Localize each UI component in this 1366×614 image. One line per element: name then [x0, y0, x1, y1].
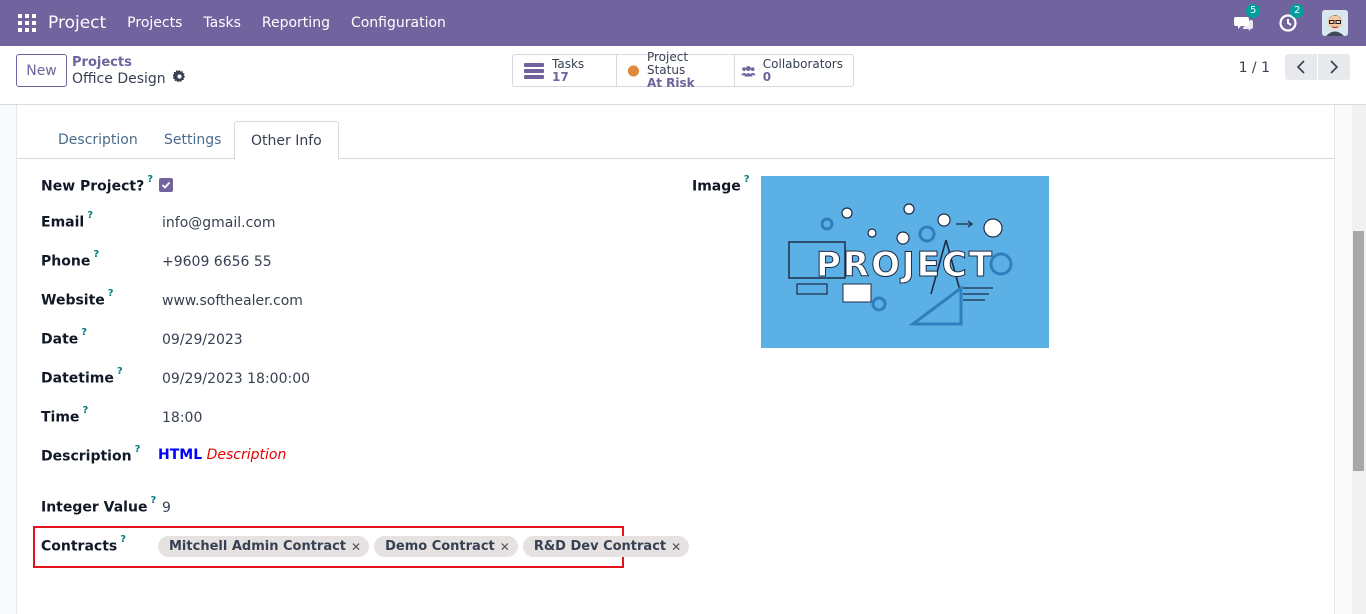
app-brand[interactable]: Project [48, 13, 106, 33]
new-button[interactable]: New [16, 54, 67, 87]
tasks-label: Tasks [552, 56, 585, 71]
menu-configuration[interactable]: Configuration [351, 15, 446, 31]
website-label: Website? [41, 288, 114, 309]
control-panel: New Projects Office Design Tasks 17 Proj… [0, 46, 1366, 105]
contract-tag: Demo Contract ✕ [374, 536, 518, 557]
remove-tag-icon[interactable]: ✕ [351, 540, 361, 554]
description-bold-text: HTML [158, 447, 203, 463]
page-scrollbar[interactable] [1352, 105, 1366, 614]
time-label: Time? [41, 405, 89, 426]
chevron-right-icon [1330, 60, 1339, 74]
image-label: Image? [692, 174, 750, 195]
pager-previous-button[interactable] [1285, 54, 1317, 80]
remove-tag-icon[interactable]: ✕ [671, 540, 681, 554]
menu-projects[interactable]: Projects [127, 15, 182, 31]
messages-badge: 5 [1246, 4, 1261, 18]
help-tooltip-icon[interactable]: ? [87, 210, 93, 221]
description-label: Description? [41, 444, 141, 465]
tasks-smart-button[interactable]: Tasks 17 [513, 55, 617, 86]
contract-tag: R&D Dev Contract ✕ [522, 536, 690, 557]
scrollbar-thumb[interactable] [1353, 231, 1364, 471]
contract-tag: Mitchell Admin Contract ✕ [158, 536, 370, 557]
remove-tag-icon[interactable]: ✕ [500, 540, 510, 554]
menu-tasks[interactable]: Tasks [203, 15, 241, 31]
help-tooltip-icon[interactable]: ? [81, 327, 87, 338]
chevron-left-icon [1296, 60, 1305, 74]
users-icon [741, 65, 756, 77]
help-tooltip-icon[interactable]: ? [744, 174, 750, 185]
project-illustration-icon: PROJECT [761, 176, 1049, 348]
pager-value[interactable]: 1 / 1 [1239, 60, 1270, 76]
date-label: Date? [41, 327, 88, 348]
integer-value-field[interactable]: 9 [162, 500, 171, 516]
project-status-value: At Risk [646, 76, 695, 90]
user-avatar[interactable] [1322, 10, 1348, 36]
phone-label: Phone? [41, 249, 100, 270]
gear-icon[interactable] [172, 70, 186, 87]
email-label: Email? [41, 210, 94, 231]
description-html-field[interactable]: HTML Description [158, 447, 286, 463]
activity-menu[interactable]: 2 [1278, 4, 1305, 33]
top-navbar: Project Projects Tasks Reporting Configu… [0, 0, 1366, 46]
breadcrumb-current: Office Design [72, 70, 186, 87]
contracts-tags-field[interactable]: Mitchell Admin Contract ✕ Demo Contract ✕ … [158, 536, 694, 557]
collaborators-label: Collaborators [762, 56, 843, 71]
smart-buttons: Tasks 17 Project Status At Risk Collabor… [512, 51, 854, 90]
help-tooltip-icon[interactable]: ? [93, 249, 99, 260]
help-tooltip-icon[interactable]: ? [135, 444, 141, 455]
form-sheet: Description Settings Other Info New Proj… [16, 105, 1335, 614]
tasks-icon [524, 62, 544, 79]
contracts-label: Contracts? [41, 534, 127, 555]
pager-next-button[interactable] [1318, 54, 1350, 80]
help-tooltip-icon[interactable]: ? [150, 495, 156, 506]
notebook-tabs: Description Settings Other Info [17, 121, 1334, 160]
email-field[interactable]: info@gmail.com [162, 215, 276, 231]
date-field[interactable]: 09/29/2023 [162, 332, 243, 348]
datetime-field[interactable]: 09/29/2023 18:00:00 [162, 371, 310, 387]
help-tooltip-icon[interactable]: ? [147, 174, 153, 185]
apps-grid-icon[interactable] [18, 14, 36, 32]
help-tooltip-icon[interactable]: ? [117, 366, 123, 377]
breadcrumb-projects[interactable]: Projects [72, 55, 132, 70]
tasks-count: 17 [552, 69, 569, 84]
tab-description[interactable]: Description [42, 121, 154, 159]
tab-other-info[interactable]: Other Info [234, 121, 339, 160]
check-icon [161, 181, 171, 189]
project-image[interactable]: PROJECT [761, 176, 1049, 348]
integer-value-label: Integer Value? [41, 495, 157, 516]
phone-field[interactable]: +9609 6656 55 [162, 254, 272, 270]
website-field[interactable]: www.softhealer.com [162, 293, 303, 309]
activities-badge: 2 [1290, 4, 1305, 18]
status-dot-icon [627, 64, 640, 77]
record-title: Office Design [72, 70, 166, 87]
help-tooltip-icon[interactable]: ? [82, 405, 88, 416]
help-tooltip-icon[interactable]: ? [108, 288, 114, 299]
collaborators-count: 0 [762, 69, 772, 84]
collaborators-smart-button[interactable]: Collaborators 0 [735, 55, 853, 86]
description-italic-text: Description [206, 447, 287, 463]
new-project-label: New Project?? [41, 174, 154, 195]
tab-settings[interactable]: Settings [148, 121, 237, 159]
new-project-checkbox[interactable] [159, 178, 173, 192]
menu-reporting[interactable]: Reporting [262, 15, 330, 31]
image-text: PROJECT [816, 245, 994, 285]
time-field[interactable]: 18:00 [162, 410, 202, 426]
project-status-label: Project Status [646, 50, 689, 77]
project-status-button[interactable]: Project Status At Risk [617, 51, 735, 90]
help-tooltip-icon[interactable]: ? [120, 534, 126, 545]
datetime-label: Datetime? [41, 366, 123, 387]
messaging-menu[interactable]: 5 [1234, 4, 1261, 33]
